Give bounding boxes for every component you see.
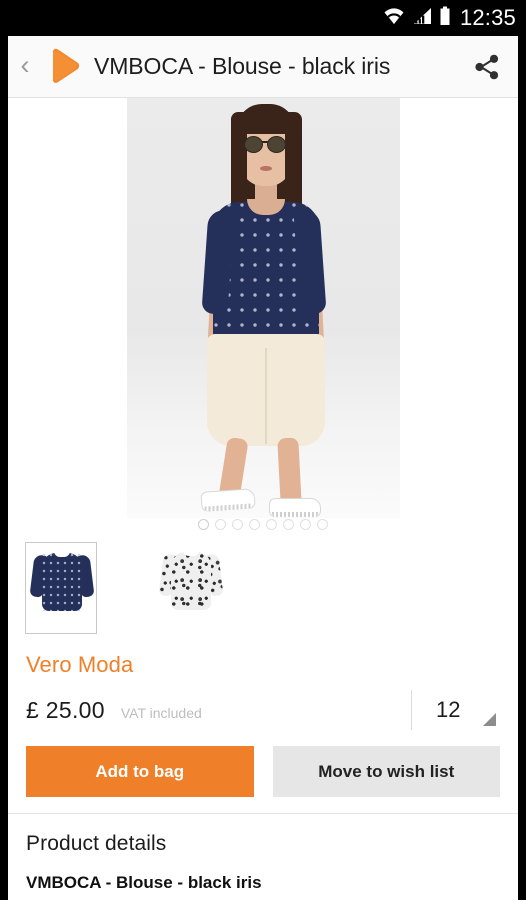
- vmboca-play-logo[interactable]: [40, 45, 86, 89]
- product-page-scroll[interactable]: Vero Moda £ 25.00 VAT included 12 Add to…: [8, 98, 518, 900]
- carousel-dot[interactable]: [249, 519, 260, 530]
- wifi-icon: [383, 7, 405, 30]
- carousel-dot[interactable]: [317, 519, 328, 530]
- white-slide-sandal-right: [268, 498, 321, 517]
- vat-note: VAT included: [120, 705, 202, 721]
- action-buttons: Add to bag Move to wish list: [8, 732, 518, 813]
- carousel-dot[interactable]: [198, 519, 209, 530]
- carousel-dot[interactable]: [283, 519, 294, 530]
- thumbnail-strip[interactable]: [8, 538, 518, 638]
- add-to-bag-button[interactable]: Add to bag: [26, 746, 254, 797]
- cellular-signal-icon: [412, 7, 432, 30]
- chevron-down-icon[interactable]: [483, 713, 496, 726]
- quantity-value: 12: [436, 697, 461, 722]
- battery-icon: [439, 6, 451, 31]
- quantity-divider: [411, 690, 412, 730]
- product-details-name: VMBOCA - Blouse - black iris: [26, 873, 262, 892]
- carousel-dot[interactable]: [215, 519, 226, 530]
- page-title: VMBOCA - Blouse - black iris: [94, 53, 391, 79]
- model-sunglasses-bridge: [261, 141, 268, 143]
- move-to-wish-list-button[interactable]: Move to wish list: [272, 746, 500, 797]
- app-frame: ‹ VMBOCA - Blouse - black iris Vero Moda…: [0, 36, 526, 900]
- model-sunglasses-right-lens: [266, 136, 286, 153]
- product-details-section: Product details VMBOCA - Blouse - black …: [8, 813, 518, 900]
- white-slide-sandal-left: [199, 488, 256, 512]
- model-sunglasses-left-lens: [243, 136, 263, 153]
- share-icon[interactable]: [456, 36, 518, 98]
- thumbnail-navy-patterned-blouse[interactable]: [25, 542, 97, 634]
- product-hero-image[interactable]: [126, 98, 400, 518]
- carousel-page-indicator[interactable]: [8, 519, 518, 530]
- brand-name[interactable]: Vero Moda: [26, 652, 500, 678]
- quantity-selector[interactable]: 12: [411, 688, 500, 732]
- carousel-dot[interactable]: [266, 519, 277, 530]
- back-button[interactable]: ‹: [8, 36, 42, 98]
- model-hair-left: [230, 112, 247, 216]
- model-lips: [259, 166, 272, 171]
- status-bar-clock: 12:35: [459, 5, 516, 30]
- culottes-seam: [264, 348, 267, 444]
- carousel-dot[interactable]: [300, 519, 311, 530]
- carousel-dot[interactable]: [232, 519, 243, 530]
- model-leg-right: [276, 437, 302, 507]
- product-price: £ 25.00: [26, 696, 105, 723]
- product-details-heading: Product details: [26, 832, 167, 855]
- thumb-body: [42, 553, 82, 611]
- product-image-carousel[interactable]: [8, 98, 518, 538]
- thumbnail-monochrome-printed-blouse[interactable]: [155, 542, 227, 634]
- action-bar: ‹ VMBOCA - Blouse - black iris: [8, 36, 518, 98]
- thumb-body: [171, 552, 211, 610]
- quantity-spinner[interactable]: 12: [436, 690, 500, 730]
- app-screen: 12:35 ‹ VMBOCA - Blouse - black iris Ver…: [0, 0, 526, 900]
- price-row: £ 25.00 VAT included 12: [26, 688, 500, 732]
- status-bar: 12:35: [0, 0, 526, 36]
- product-info: Vero Moda £ 25.00 VAT included 12: [8, 638, 518, 732]
